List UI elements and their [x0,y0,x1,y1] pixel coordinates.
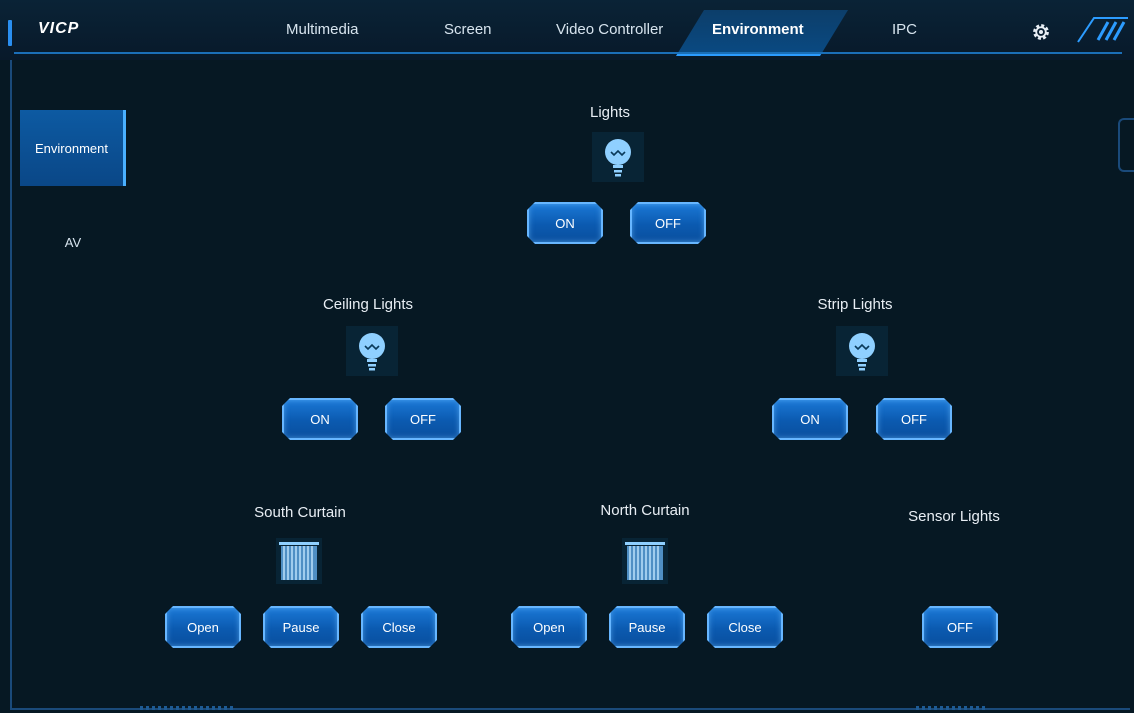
curtain-icon [622,538,668,584]
north-curtain-close-button[interactable]: Close [707,606,783,648]
north-curtain-pause-button[interactable]: Pause [609,606,685,648]
curtain-icon [276,538,322,584]
bottom-decoration-left [140,706,236,710]
header-decoration-icon [1077,17,1128,43]
sensor-lights-off-button[interactable]: OFF [922,606,998,648]
strip-lights-on-button[interactable]: ON [772,398,848,440]
app-logo: VICP [38,20,80,37]
lights-title: Lights [589,104,631,121]
strip-lights-off-button[interactable]: OFF [876,398,952,440]
sidebar-item-av[interactable]: AV [20,204,126,280]
south-curtain-pause-button[interactable]: Pause [263,606,339,648]
tab-video-controller[interactable]: Video Controller [556,21,663,38]
lights-off-button[interactable]: OFF [630,202,706,244]
ceiling-lights-on-button[interactable]: ON [282,398,358,440]
south-curtain-close-button[interactable]: Close [361,606,437,648]
header-left-cap [8,20,12,46]
tab-environment[interactable]: Environment [712,21,804,38]
right-edge-handle [1118,118,1134,172]
sidebar-item-label: AV [64,234,82,250]
south-curtain-open-button[interactable]: Open [165,606,241,648]
tab-ipc[interactable]: IPC [892,21,917,38]
lights-on-button[interactable]: ON [527,202,603,244]
tab-screen[interactable]: Screen [444,21,492,38]
gear-icon[interactable] [1030,21,1052,43]
light-bulb-icon [836,326,888,376]
strip-lights-title: Strip Lights [817,296,893,313]
sidebar-item-environment[interactable]: Environment [20,110,126,186]
south-curtain-title: South Curtain [254,504,346,521]
bottom-decoration-right [916,706,988,710]
header-divider [14,52,1122,54]
ceiling-lights-off-button[interactable]: OFF [385,398,461,440]
north-curtain-open-button[interactable]: Open [511,606,587,648]
sidebar-item-label: Environment [35,140,108,156]
sensor-lights-title: Sensor Lights [908,508,1000,525]
ceiling-lights-title: Ceiling Lights [322,296,414,313]
top-navigation-bar: VICP Multimedia Screen Video Controller … [0,0,1134,60]
north-curtain-title: North Curtain [600,502,690,519]
light-bulb-icon [592,132,644,182]
tab-multimedia[interactable]: Multimedia [286,21,359,38]
light-bulb-icon [346,326,398,376]
